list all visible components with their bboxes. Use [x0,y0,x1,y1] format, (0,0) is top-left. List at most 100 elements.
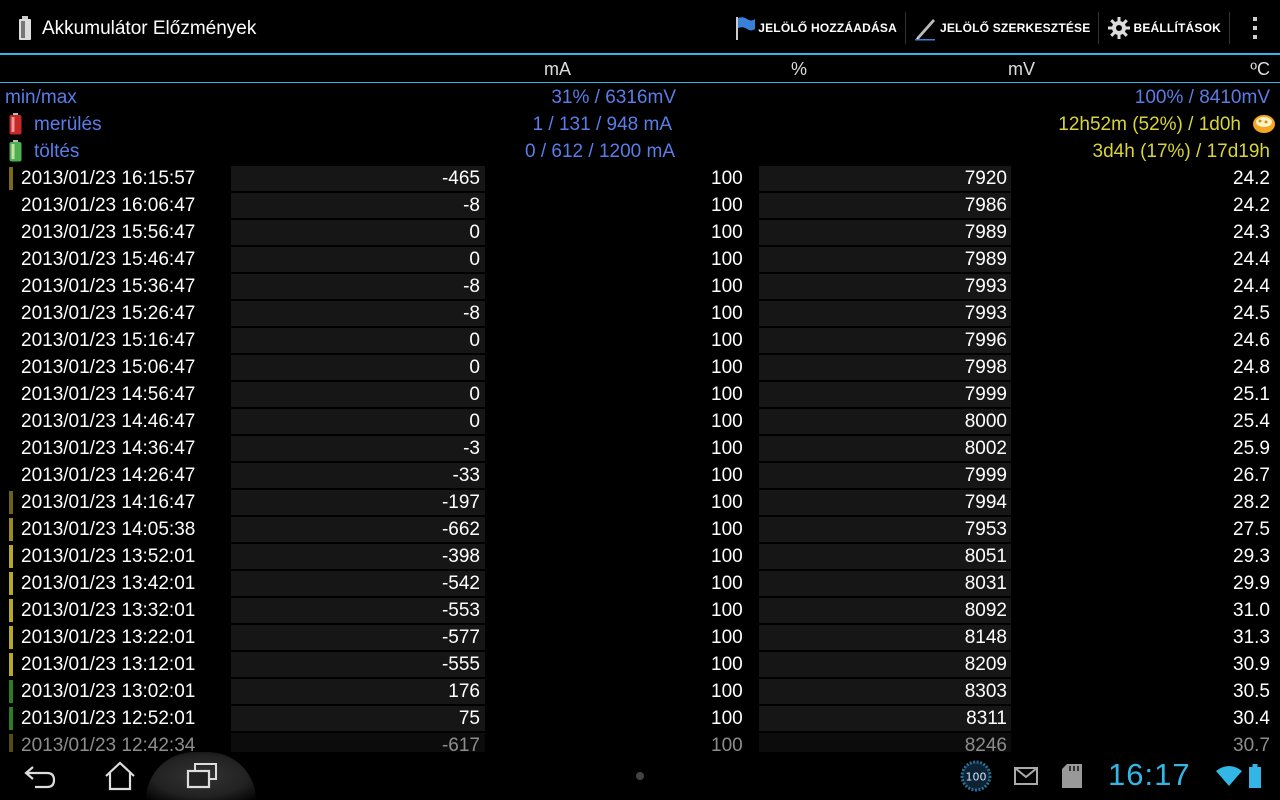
charge-current: 0 / 612 / 1200 mA [525,141,675,162]
summary-discharge-row: merülés 1 / 131 / 948 mA 12h52m (52%) / … [0,111,1280,138]
gmail-notification[interactable] [1012,752,1040,800]
table-row[interactable]: 2013/01/23 14:46:47 0 100 8000 25.4 [0,408,1280,435]
row-voltage: 7989 [964,249,1007,270]
wifi-icon [1216,766,1242,786]
row-voltage: 8303 [964,681,1007,702]
table-row[interactable]: 2013/01/23 13:02:01 176 100 8303 30.5 [0,678,1280,705]
summary-minmax-row: min/max 31% / 6316mV 100% / 8410mV [0,84,1280,111]
row-voltage: 7986 [964,195,1007,216]
table-row[interactable]: 2013/01/23 14:56:47 0 100 7999 25.1 [0,381,1280,408]
discharge-current: 1 / 131 / 948 mA [532,114,672,135]
row-datetime: 2013/01/23 13:32:01 [21,600,196,621]
row-voltage: 8148 [964,627,1007,648]
row-temperature: 30.9 [1233,654,1270,675]
table-row[interactable]: 2013/01/23 13:52:01 -398 100 8051 29.3 [0,543,1280,570]
table-row[interactable]: 2013/01/23 15:16:47 0 100 7996 24.6 [0,327,1280,354]
table-row[interactable]: 2013/01/23 14:05:38 -662 100 7953 27.5 [0,516,1280,543]
row-temperature: 24.2 [1233,168,1270,189]
row-datetime: 2013/01/23 14:05:38 [21,519,196,540]
row-current: 0 [469,249,480,270]
edit-marker-label: JELÖLŐ SZERKESZTÉSE [939,20,1091,35]
row-voltage: 7998 [964,357,1007,378]
table-row[interactable]: 2013/01/23 13:42:01 -542 100 8031 29.9 [0,570,1280,597]
battery-notification[interactable]: 100 [958,752,994,800]
row-voltage: 7999 [964,465,1007,486]
battery-status[interactable] [1247,752,1263,800]
row-current: -553 [441,600,480,621]
table-row[interactable]: 2013/01/23 16:06:47 -8 100 7986 24.2 [0,192,1280,219]
row-voltage: 8209 [964,654,1007,675]
sd-card-notification[interactable] [1058,752,1086,800]
table-row[interactable]: 2013/01/23 13:22:01 -577 100 8148 31.3 [0,624,1280,651]
current-cell [231,706,485,731]
discharge-time: 12h52m (52%) / 1d0h [1058,114,1241,135]
table-row[interactable]: 2013/01/23 12:42:34 -617 100 8246 30.7 [0,732,1280,752]
row-temperature: 29.9 [1233,573,1270,594]
current-cell [231,382,485,407]
row-datetime: 2013/01/23 15:16:47 [21,330,196,351]
table-row[interactable]: 2013/01/23 13:12:01 -555 100 8209 30.9 [0,651,1280,678]
status-clock[interactable]: 16:17 [1108,757,1191,793]
table-row[interactable]: 2013/01/23 14:16:47 -197 100 7994 28.2 [0,489,1280,516]
row-voltage: 8031 [964,573,1007,594]
table-row[interactable]: 2013/01/23 15:56:47 0 100 7989 24.3 [0,219,1280,246]
table-row[interactable]: 2013/01/23 15:06:47 0 100 7998 24.8 [0,354,1280,381]
row-percent: 100 [711,276,743,297]
row-temperature: 25.4 [1233,411,1270,432]
battery-badge-icon: 100 [960,760,992,792]
overflow-menu-button[interactable] [1230,0,1280,55]
row-datetime: 2013/01/23 13:22:01 [21,627,196,648]
row-percent: 100 [711,735,743,752]
row-temperature: 30.7 [1233,735,1270,752]
settings-button[interactable]: BEÁLLÍTÁSOK [1099,0,1229,55]
row-datetime: 2013/01/23 15:26:47 [21,303,196,324]
table-row[interactable]: 2013/01/23 15:36:47 -8 100 7993 24.4 [0,273,1280,300]
row-current: -197 [441,492,480,513]
status-bar-marker [9,545,13,568]
row-percent: 100 [711,195,743,216]
history-table[interactable]: 2013/01/23 16:15:57 -465 100 7920 24.2 2013/0… [0,165,1280,752]
row-current: -577 [441,627,480,648]
battery-charge-icon [9,140,22,162]
recent-apps-button[interactable] [182,752,222,800]
app-title: Akkumulátor Előzmények [42,18,257,39]
column-ma: mA [544,59,571,79]
row-temperature: 31.3 [1233,627,1270,648]
table-row[interactable]: 2013/01/23 16:15:57 -465 100 7920 24.2 [0,165,1280,192]
back-icon [24,766,56,789]
summary-section: min/max 31% / 6316mV 100% / 8410mV merül… [0,84,1280,165]
row-voltage: 8051 [964,546,1007,567]
column-temp: ºC [1250,59,1270,79]
row-datetime: 2013/01/23 12:42:34 [21,735,196,752]
table-row[interactable]: 2013/01/23 15:46:47 0 100 7989 24.4 [0,246,1280,273]
row-voltage: 7993 [964,276,1007,297]
row-percent: 100 [711,222,743,243]
gear-icon [1108,16,1131,39]
battery-app-icon [19,16,31,40]
row-current: 176 [448,681,480,702]
back-button[interactable] [20,752,60,800]
row-current: 0 [469,411,480,432]
table-row[interactable]: 2013/01/23 15:26:47 -8 100 7993 24.5 [0,300,1280,327]
row-temperature: 27.5 [1233,519,1270,540]
status-bar-marker [9,734,13,752]
action-buttons: JELÖLŐ HOZZÁADÁSA JELÖLŐ SZERKESZTÉSE BE… [726,0,1280,55]
table-row[interactable]: 2013/01/23 13:32:01 -553 100 8092 31.0 [0,597,1280,624]
table-row[interactable]: 2013/01/23 14:26:47 -33 100 7999 26.7 [0,462,1280,489]
row-current: -555 [441,654,480,675]
wifi-status[interactable] [1214,752,1244,800]
current-cell [231,274,485,299]
home-button[interactable] [100,752,140,800]
row-current: -8 [463,303,480,324]
summary-charge-row: töltés 0 / 612 / 1200 mA 3d4h (17%) / 17… [0,138,1280,165]
row-voltage: 7989 [964,222,1007,243]
row-voltage: 8002 [964,438,1007,459]
add-marker-button[interactable]: JELÖLŐ HOZZÁADÁSA [726,0,905,55]
row-percent: 100 [711,411,743,432]
table-row[interactable]: 2013/01/23 14:36:47 -3 100 8002 25.9 [0,435,1280,462]
table-row[interactable]: 2013/01/23 12:52:01 75 100 8311 30.4 [0,705,1280,732]
row-percent: 100 [711,330,743,351]
edit-marker-button[interactable]: JELÖLŐ SZERKESZTÉSE [906,0,1099,55]
column-mv: mV [1008,59,1035,79]
row-percent: 100 [711,492,743,513]
